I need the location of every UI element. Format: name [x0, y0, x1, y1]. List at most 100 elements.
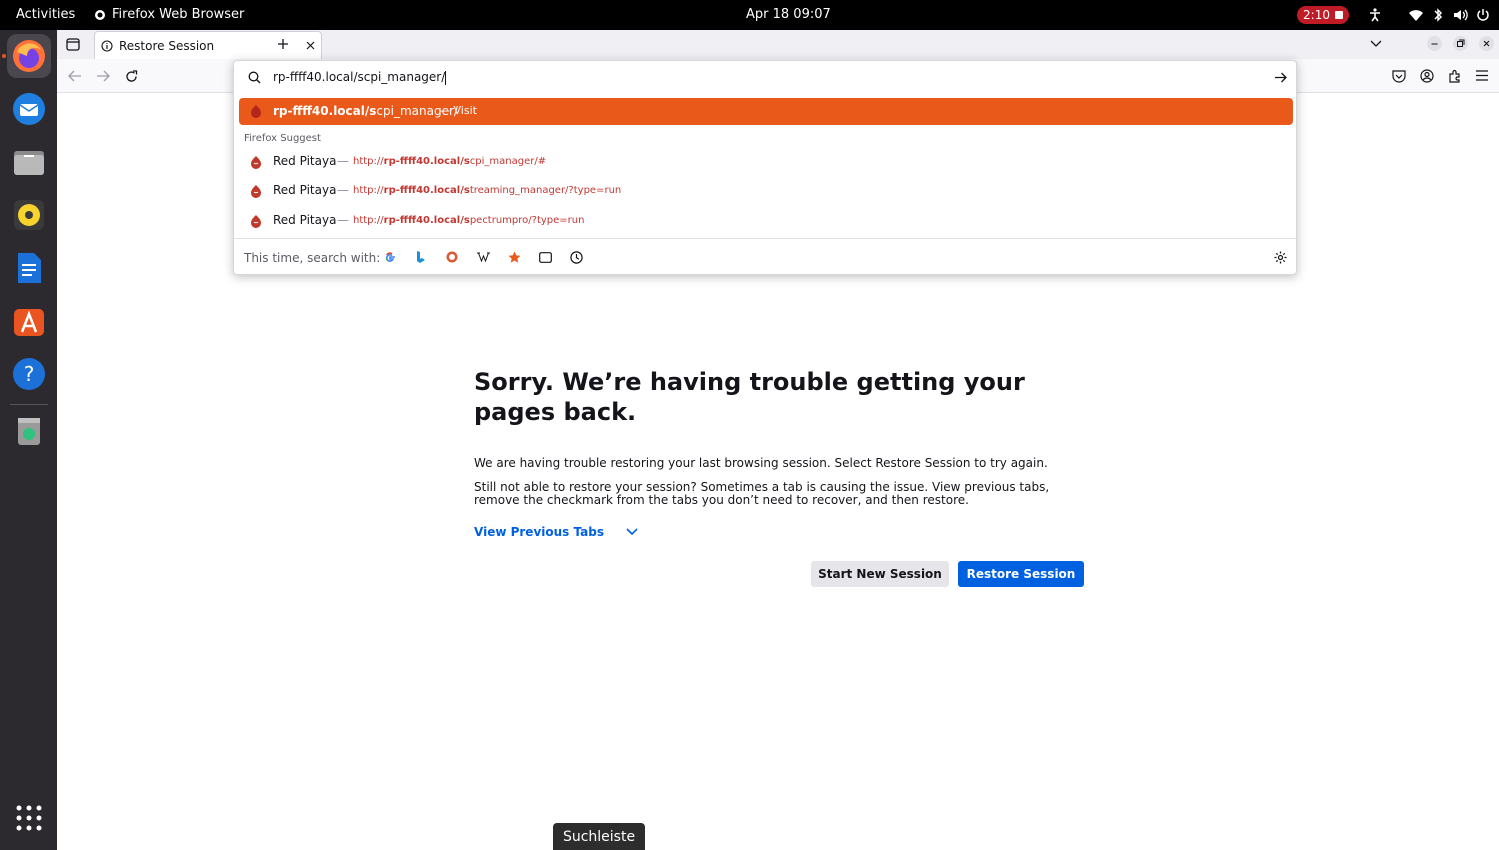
suggestion-row[interactable]: Red Pitaya — http://rp-ffff40.local/stre…	[239, 178, 1293, 204]
bookmarks-engine-button[interactable]	[506, 249, 522, 265]
forward-arrow-icon	[97, 70, 110, 82]
reload-button[interactable]	[122, 67, 140, 85]
google-icon	[385, 252, 395, 262]
view-previous-tabs-toggle[interactable]: View Previous Tabs	[474, 525, 638, 539]
chevron-down-icon	[626, 528, 638, 536]
wikipedia-icon	[476, 252, 490, 262]
account-icon[interactable]	[1420, 69, 1434, 83]
list-tabs-icon[interactable]	[1370, 40, 1382, 48]
help-icon: ?	[13, 358, 45, 390]
duckduckgo-icon	[446, 251, 458, 263]
writer-icon	[18, 253, 41, 283]
grid-icon	[16, 805, 42, 831]
address-bar-popup: rp-ffff40.local/scpi_manager/ rp-ffff40.…	[233, 60, 1297, 275]
extensions-icon[interactable]	[1448, 69, 1462, 83]
show-apps-button[interactable]	[7, 796, 51, 840]
accessibility-icon[interactable]	[1367, 7, 1383, 23]
dock-files[interactable]	[7, 140, 51, 184]
suggestion-row[interactable]: Red Pitaya — http://rp-ffff40.local/scpi…	[239, 149, 1293, 175]
start-new-session-button[interactable]: Start New Session	[811, 561, 949, 587]
red-pitaya-favicon	[251, 215, 261, 228]
go-arrow-icon[interactable]	[1274, 72, 1287, 83]
new-tab-icon[interactable]	[277, 38, 289, 50]
pocket-icon[interactable]	[1392, 69, 1406, 83]
system-top-bar: Activities Firefox Web Browser Apr 18 09…	[0, 0, 1499, 30]
reload-icon	[125, 69, 137, 82]
gear-icon	[1274, 251, 1286, 263]
running-indicator	[2, 54, 6, 58]
screen-recording-indicator[interactable]: 2:10	[1297, 6, 1349, 24]
bluetooth-icon[interactable]	[1430, 7, 1446, 23]
suggestion-url: http://rp-ffff40.local/spectrumpro/?type…	[353, 215, 585, 226]
app-menu[interactable]: Firefox Web Browser	[94, 7, 244, 22]
google-engine-button[interactable]	[382, 249, 398, 265]
suggestion-separator: —	[337, 154, 349, 168]
minimize-icon	[1431, 43, 1438, 45]
url-input[interactable]: rp-ffff40.local/scpi_manager/	[273, 70, 447, 85]
dock-firefox[interactable]	[7, 34, 51, 78]
clock[interactable]: Apr 18 09:07	[746, 7, 831, 22]
clock-icon	[569, 250, 583, 264]
red-pitaya-favicon	[251, 156, 261, 169]
text-caret	[445, 70, 447, 85]
recording-time: 2:10	[1303, 8, 1330, 22]
search-icon	[248, 71, 261, 84]
files-icon	[14, 151, 44, 175]
app-center-icon	[14, 309, 44, 336]
history-engine-button[interactable]	[568, 249, 584, 265]
restore-session-button[interactable]: Restore Session	[958, 561, 1084, 587]
hamburger-menu-icon[interactable]	[1476, 70, 1488, 81]
duckduckgo-engine-button[interactable]	[444, 249, 460, 265]
suggestion-row[interactable]: Red Pitaya — http://rp-ffff40.local/spec…	[239, 208, 1293, 234]
close-window-button[interactable]	[1479, 36, 1494, 51]
power-icon[interactable]	[1475, 7, 1491, 23]
top-result-url: rp-ffff40.local/scpi_manager/	[273, 104, 458, 118]
restore-window-icon	[1457, 39, 1465, 47]
activities-button[interactable]: Activities	[16, 7, 75, 22]
url-input-row[interactable]: rp-ffff40.local/scpi_manager/	[234, 61, 1296, 94]
close-tab-icon[interactable]	[306, 41, 315, 50]
dock-app-center[interactable]	[7, 299, 51, 343]
suggest-heading: Firefox Suggest	[244, 133, 321, 144]
dock-thunderbird[interactable]	[7, 87, 51, 131]
suggestion-separator: —	[337, 183, 349, 197]
page-title: Sorry. We’re having trouble getting your…	[474, 368, 1025, 426]
trash-icon	[18, 418, 40, 445]
firefox-icon	[13, 40, 45, 72]
volume-icon[interactable]	[1452, 7, 1468, 23]
red-pitaya-favicon	[251, 185, 261, 198]
tabs-engine-button[interactable]	[537, 249, 553, 265]
firefox-view-icon[interactable]	[66, 38, 80, 51]
dock-separator	[10, 404, 48, 405]
firefox-icon	[95, 9, 105, 20]
tooltip: Suchleiste	[553, 823, 645, 850]
tab-bar: Restore Session	[57, 30, 1499, 60]
forward-button[interactable]	[94, 67, 112, 85]
dock-writer[interactable]	[7, 246, 51, 290]
app-name: Firefox Web Browser	[112, 7, 245, 22]
search-with-label: This time, search with:	[244, 251, 381, 265]
restore-help-text: Still not able to restore your session? …	[474, 480, 1050, 507]
dock-trash[interactable]	[7, 408, 51, 452]
maximize-button[interactable]	[1453, 36, 1468, 51]
tab-title: Restore Session	[119, 39, 215, 53]
search-settings-button[interactable]	[1272, 249, 1288, 265]
suggestion-url: http://rp-ffff40.local/scpi_manager/#	[353, 156, 547, 167]
minimize-button[interactable]	[1427, 36, 1442, 51]
top-result-row[interactable]: rp-ffff40.local/scpi_manager/ — Visit	[239, 98, 1293, 125]
dock-help[interactable]: ?	[7, 352, 51, 396]
back-button[interactable]	[66, 67, 84, 85]
back-arrow-icon	[68, 70, 81, 82]
red-pitaya-favicon	[251, 105, 261, 118]
close-icon	[1483, 40, 1490, 47]
dock-rhythmbox[interactable]	[7, 193, 51, 237]
suggestion-title: Red Pitaya	[273, 183, 337, 197]
wikipedia-engine-button[interactable]	[475, 249, 491, 265]
bing-icon	[417, 251, 425, 263]
info-icon	[101, 40, 113, 52]
suggestion-url: http://rp-ffff40.local/streaming_manager…	[353, 185, 622, 196]
wifi-icon[interactable]	[1408, 7, 1424, 23]
star-icon	[508, 251, 520, 263]
suggestion-separator: —	[337, 213, 349, 227]
bing-engine-button[interactable]	[413, 249, 429, 265]
